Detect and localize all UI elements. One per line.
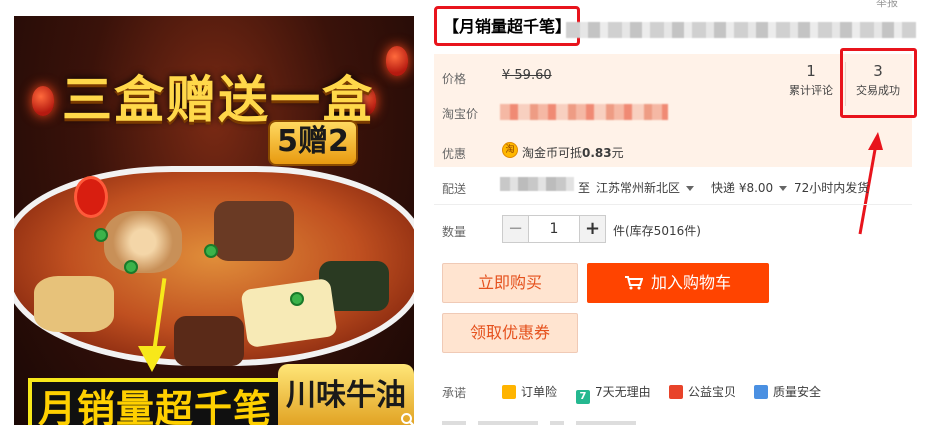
scallion <box>124 260 138 274</box>
promise-item-label: 订单险 <box>521 385 558 399</box>
add-to-cart-button[interactable]: 加入购物车 <box>587 263 769 303</box>
divider <box>434 204 912 205</box>
tofu-skin <box>240 278 338 348</box>
promo-label: 优惠 <box>442 147 467 161</box>
shipping-origin-blurred <box>500 177 574 191</box>
cut-off-row <box>442 418 742 425</box>
promise-item-label: 质量安全 <box>773 385 822 399</box>
scallion <box>290 292 304 306</box>
review-count-label: 累计评论 <box>789 84 833 97</box>
promo-text-suffix: 元 <box>611 146 624 160</box>
scallion <box>94 228 108 242</box>
scallion <box>204 244 218 258</box>
chili-pepper <box>74 176 108 218</box>
quantity-input[interactable] <box>529 216 579 242</box>
promise-charity[interactable]: 公益宝贝 <box>669 383 736 400</box>
title-highlight-box: 【月销量超千笔】 <box>434 6 581 46</box>
report-link[interactable]: 举报 <box>876 0 898 10</box>
title-blurred-text <box>566 22 916 38</box>
review-count-stat[interactable]: 1 累计评论 <box>780 62 842 98</box>
promise-order-insurance[interactable]: 订单险 <box>502 383 557 400</box>
promise-item-label: 公益宝贝 <box>688 385 737 399</box>
product-title: 【月销量超千笔】 <box>434 6 924 50</box>
taobao-price-label: 淘宝价 <box>442 107 479 121</box>
product-main-image[interactable]: 三盒赠送一盒 5赠2 月销量超千笔 川味牛油 <box>14 16 414 425</box>
shipping-destination-select[interactable]: 江苏常州新北区 <box>596 179 695 196</box>
taojinbi-icon: 淘 <box>502 142 518 158</box>
promise-quality[interactable]: 质量安全 <box>754 383 821 400</box>
get-coupon-button[interactable]: 领取优惠券 <box>442 313 578 353</box>
quality-icon <box>754 385 768 399</box>
quantity-stepper: − + <box>502 215 606 243</box>
chevron-down-icon <box>779 186 788 191</box>
lotus-root <box>104 211 182 273</box>
promo-text: 淘金币可抵0.83元 <box>522 144 624 161</box>
image-promo-badge: 5赠2 <box>268 120 358 166</box>
image-caption-highlight: 月销量超千笔 <box>28 378 282 425</box>
promo-text-prefix: 淘金币可抵 <box>522 146 583 160</box>
promise-item-label: 7天无理由 <box>595 385 651 399</box>
taobao-price-blurred <box>500 104 668 120</box>
heart-icon <box>669 385 683 399</box>
shipping-to: 至 <box>578 181 591 195</box>
promo-amount: 0.83 <box>582 146 612 160</box>
shipping-destination: 江苏常州新北区 <box>596 181 681 195</box>
original-price: ¥ 59.60 <box>502 68 552 83</box>
shipping-label: 配送 <box>442 182 467 196</box>
food-piece <box>214 201 294 261</box>
shipping-method-select[interactable]: 快递 ¥8.00 <box>711 179 788 196</box>
stock-text: 件(库存5016件) <box>613 224 701 238</box>
cart-icon <box>624 276 643 290</box>
food-piece <box>34 276 114 332</box>
price-label: 价格 <box>442 72 467 86</box>
review-count: 1 <box>806 62 816 80</box>
buy-now-button[interactable]: 立即购买 <box>442 263 578 303</box>
lantern-decoration <box>32 86 54 116</box>
quantity-decrease-button[interactable]: − <box>503 216 529 242</box>
magnifier-icon[interactable] <box>400 412 414 425</box>
quantity-label: 数量 <box>442 225 467 239</box>
yellow-arrow-head <box>138 346 166 372</box>
shield-icon <box>502 385 516 399</box>
add-to-cart-label: 加入购物车 <box>650 273 731 292</box>
shipping-eta: 72小时内发货 <box>794 181 870 195</box>
promise-label: 承诺 <box>442 386 467 400</box>
food-piece <box>174 316 244 366</box>
shipping-method: 快递 ¥8.00 <box>711 181 774 195</box>
image-flavor-tag: 川味牛油 <box>278 364 414 425</box>
sales-highlight-box <box>840 48 917 118</box>
quantity-increase-button[interactable]: + <box>579 216 605 242</box>
chevron-down-icon <box>686 186 695 191</box>
promise-seven-day-return[interactable]: 7 7天无理由 <box>576 383 651 404</box>
seven-day-icon: 7 <box>576 390 590 404</box>
lantern-decoration <box>386 46 408 76</box>
